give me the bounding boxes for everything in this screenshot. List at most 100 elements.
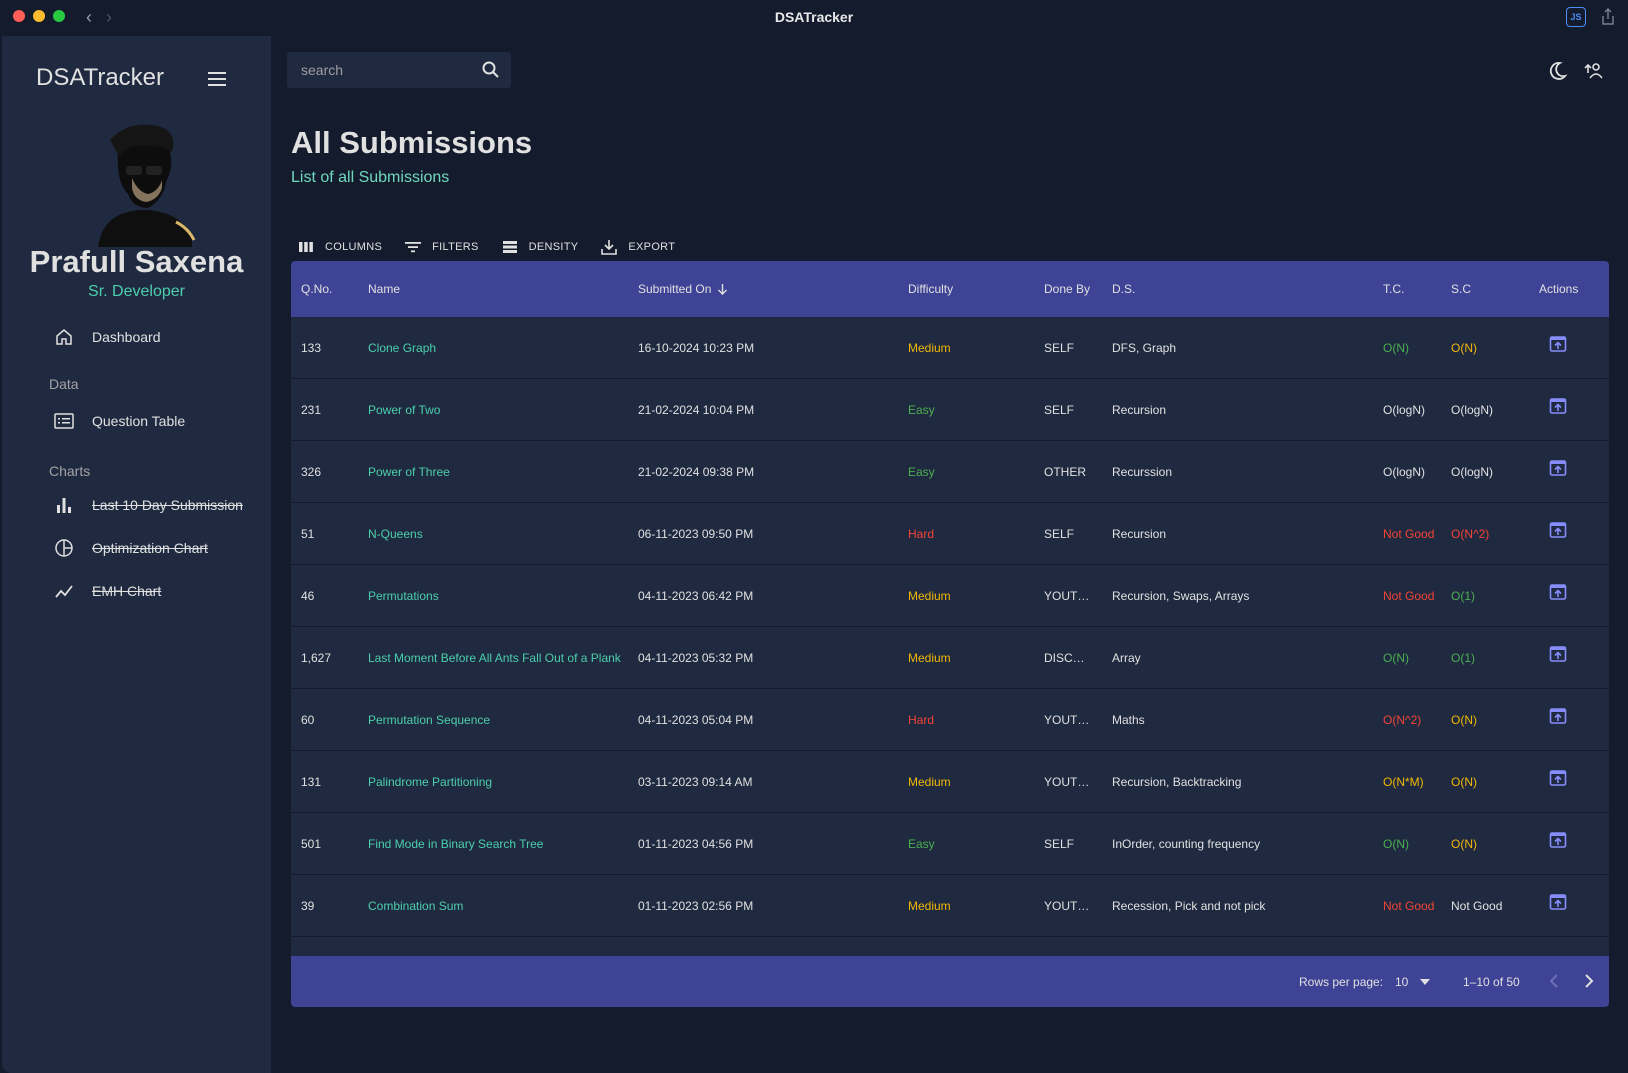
sidebar-item-question-table[interactable]: Question Table bbox=[54, 411, 185, 431]
table-row[interactable]: 46 Permutations 04-11-2023 06:42 PM Medium Y… bbox=[291, 565, 1609, 627]
window-titlebar: ‹ › DSATracker JS bbox=[0, 0, 1628, 36]
cell-ds: Maths bbox=[1112, 713, 1145, 727]
dark-mode-icon[interactable] bbox=[1546, 60, 1568, 82]
cell-difficulty: Medium bbox=[908, 589, 951, 603]
cell-difficulty: Easy bbox=[908, 837, 935, 851]
cell-name[interactable]: Last Moment Before All Ants Fall Out of … bbox=[368, 651, 621, 665]
cell-submitted-on: 03-11-2023 09:14 AM bbox=[638, 775, 753, 789]
row-action-button[interactable] bbox=[1548, 582, 1568, 605]
table-header: Q.No. Name Submitted On Difficulty Done … bbox=[291, 261, 1609, 317]
search-icon[interactable] bbox=[481, 60, 501, 80]
column-header-difficulty[interactable]: Difficulty bbox=[908, 282, 953, 296]
column-header-qno[interactable]: Q.No. bbox=[301, 282, 332, 296]
sidebar-item-emh-chart[interactable]: EMH Chart bbox=[54, 581, 161, 601]
density-label: DENSITY bbox=[528, 241, 579, 253]
sidebar-item-label: Dashboard bbox=[92, 329, 161, 345]
cell-name[interactable]: Power of Two bbox=[368, 403, 440, 417]
open-in-new-icon bbox=[1549, 646, 1567, 662]
sort-desc-icon[interactable] bbox=[717, 283, 728, 295]
table-row[interactable]: 501 Find Mode in Binary Search Tree 01-11-… bbox=[291, 813, 1609, 875]
bar-chart-icon bbox=[57, 498, 71, 513]
user-switch-icon[interactable] bbox=[1583, 60, 1605, 82]
filters-button[interactable]: FILTERS bbox=[404, 238, 479, 256]
row-action-button[interactable] bbox=[1548, 830, 1568, 853]
share-icon[interactable] bbox=[1601, 8, 1615, 26]
open-in-new-icon bbox=[1549, 398, 1567, 414]
table-row[interactable]: 60 Permutation Sequence 04-11-2023 05:04 P… bbox=[291, 689, 1609, 751]
cell-name[interactable]: Permutation Sequence bbox=[368, 713, 490, 727]
table-row[interactable]: 51 N-Queens 06-11-2023 09:50 PM Hard SELF Rec… bbox=[291, 503, 1609, 565]
row-action-button[interactable] bbox=[1548, 768, 1568, 791]
column-header-name[interactable]: Name bbox=[368, 282, 400, 296]
cell-name[interactable]: Find Mode in Binary Search Tree bbox=[368, 837, 543, 851]
cell-difficulty: Easy bbox=[908, 403, 935, 417]
cell-name[interactable]: Combination Sum bbox=[368, 899, 463, 913]
cell-ds: Array bbox=[1112, 651, 1141, 665]
cell-sc: O(logN) bbox=[1451, 465, 1494, 479]
density-button[interactable]: DENSITY bbox=[501, 238, 579, 256]
column-header-sc[interactable]: S.C bbox=[1451, 282, 1471, 296]
row-action-button[interactable] bbox=[1548, 520, 1568, 543]
rows-per-page-select[interactable]: 10 bbox=[1395, 975, 1431, 989]
table-row[interactable]: 39 Combination Sum 01-11-2023 02:56 PM Medi… bbox=[291, 875, 1609, 937]
cell-sc: O(N^2) bbox=[1451, 527, 1490, 541]
table-row[interactable]: 231 Power of Two 21-02-2024 10:04 PM Easy SE… bbox=[291, 379, 1609, 441]
cell-name[interactable]: Palindrome Partitioning bbox=[368, 775, 492, 789]
table-row[interactable]: 133 Clone Graph 16-10-2024 10:23 PM Medium S… bbox=[291, 317, 1609, 379]
column-header-ds[interactable]: D.S. bbox=[1112, 282, 1135, 296]
cell-difficulty: Medium bbox=[908, 651, 951, 665]
column-header-actions: Actions bbox=[1539, 282, 1579, 296]
sidebar-item-last-10-day-submission[interactable]: Last 10 Day Submission bbox=[54, 495, 243, 515]
column-header-tc[interactable]: T.C. bbox=[1383, 282, 1404, 296]
page-title: All Submissions bbox=[291, 125, 533, 160]
cell-tc: O(logN) bbox=[1383, 465, 1426, 479]
cell-qno: 51 bbox=[301, 527, 315, 541]
search-input[interactable] bbox=[301, 60, 471, 80]
sidebar-brand: DSATracker bbox=[36, 64, 165, 91]
cell-difficulty: Hard bbox=[908, 527, 935, 541]
cell-tc: O(N) bbox=[1383, 341, 1409, 355]
cell-ds: Recession, Pick and not pick bbox=[1112, 899, 1266, 913]
export-button[interactable]: EXPORT bbox=[600, 238, 675, 256]
open-in-new-icon bbox=[1549, 584, 1567, 600]
cell-name[interactable]: Clone Graph bbox=[368, 341, 436, 355]
table-row[interactable]: 326 Power of Three 21-02-2024 09:38 PM Easy… bbox=[291, 441, 1609, 503]
row-action-button[interactable] bbox=[1548, 706, 1568, 729]
cell-sc: O(N) bbox=[1451, 837, 1477, 851]
columns-button[interactable]: COLUMNS bbox=[297, 238, 382, 256]
cell-qno: 231 bbox=[301, 403, 322, 417]
js-extension-icon[interactable]: JS bbox=[1566, 7, 1586, 27]
column-header-done-by[interactable]: Done By bbox=[1044, 282, 1090, 296]
sidebar-item-label: Question Table bbox=[92, 413, 186, 429]
column-header-submitted-on[interactable]: Submitted On bbox=[638, 282, 728, 296]
sidebar-item-optimization-chart[interactable]: Optimization Chart bbox=[54, 538, 208, 558]
cell-tc: O(N) bbox=[1383, 837, 1409, 851]
row-action-button[interactable] bbox=[1548, 644, 1568, 667]
cell-submitted-on: 21-02-2024 10:04 PM bbox=[638, 403, 755, 417]
cell-submitted-on: 06-11-2023 09:50 PM bbox=[638, 527, 754, 541]
cell-submitted-on: 21-02-2024 09:38 PM bbox=[638, 465, 755, 479]
cell-name[interactable]: N-Queens bbox=[368, 527, 423, 541]
cell-name[interactable]: Power of Three bbox=[368, 465, 450, 479]
caret-down-icon bbox=[1420, 979, 1431, 985]
next-page-icon[interactable] bbox=[1581, 972, 1597, 990]
sidebar-item-dashboard[interactable]: Dashboard bbox=[54, 327, 161, 347]
row-action-button[interactable] bbox=[1548, 892, 1568, 915]
row-action-button[interactable] bbox=[1548, 458, 1568, 481]
cell-name[interactable]: Permutations bbox=[368, 589, 439, 603]
table-row[interactable]: 1,627 Last Moment Before All Ants Fall Ou… bbox=[291, 627, 1609, 689]
profile-avatar bbox=[98, 124, 196, 247]
columns-icon bbox=[299, 242, 313, 252]
cell-qno: 46 bbox=[301, 589, 315, 603]
cell-qno: 39 bbox=[301, 899, 315, 913]
export-label: EXPORT bbox=[628, 241, 676, 253]
row-action-button[interactable] bbox=[1548, 396, 1568, 419]
prev-page-icon[interactable] bbox=[1546, 972, 1562, 990]
hamburger-menu-icon[interactable] bbox=[208, 72, 226, 86]
cell-ds: Recursion bbox=[1112, 403, 1167, 417]
home-icon bbox=[56, 329, 72, 345]
cell-done-by: DISCUSS bbox=[1044, 651, 1090, 665]
cell-tc: Not Good bbox=[1383, 527, 1435, 541]
table-row[interactable]: 131 Palindrome Partitioning 03-11-2023 09:… bbox=[291, 751, 1609, 813]
row-action-button[interactable] bbox=[1548, 334, 1568, 357]
